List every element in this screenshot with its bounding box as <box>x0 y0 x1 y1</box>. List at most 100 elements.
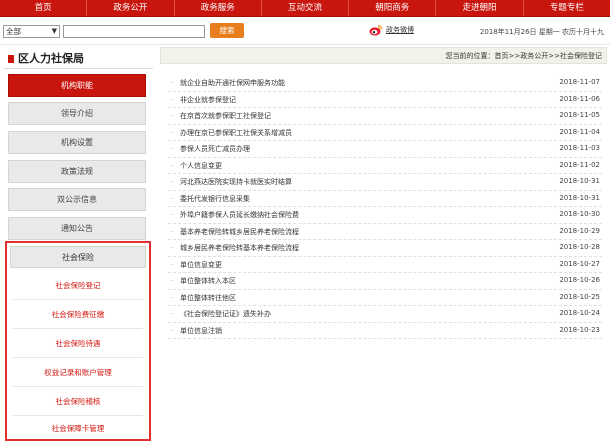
sidebar-item-notices[interactable]: 通知公告 <box>8 217 146 240</box>
bullet-icon: · <box>171 145 174 153</box>
list-item[interactable]: · 在京首次就参保职工社保登记 2018-11-05 <box>168 108 602 125</box>
list-item[interactable]: · 外埠户籍参保人员延长缴纳社会保险费 2018-10-30 <box>168 207 602 224</box>
news-title-link[interactable]: 办理在京已参保职工社保关系增减员 <box>180 128 292 138</box>
social-insurance-submenu: 社会保险 社会保险登记 社会保险费征缴 社会保险待遇 权益记录和账户管理 社会保… <box>5 241 151 441</box>
nav-item-gov-affairs[interactable]: 政务公开 <box>87 0 175 16</box>
weibo-icon <box>369 24 383 36</box>
top-nav: 首页 政务公开 政务服务 互动交流 朝阳商务 走进朝阳 专题专栏 <box>0 0 610 17</box>
news-title-link[interactable]: 个人信息变更 <box>180 161 222 171</box>
news-title-link[interactable]: 单位信息变更 <box>180 260 222 270</box>
sidebar-item-leaders[interactable]: 领导介绍 <box>8 102 146 125</box>
list-item[interactable]: · 单位整体转往他区 2018-10-25 <box>168 290 602 306</box>
submenu-item-collection[interactable]: 社会保险费征缴 <box>13 301 143 329</box>
submenu-item-records[interactable]: 权益记录和账户管理 <box>13 359 143 387</box>
bullet-icon: · <box>171 227 174 236</box>
news-title-link[interactable]: 委托代发银行信息采集 <box>180 194 250 204</box>
bullet-icon: · <box>171 310 174 318</box>
bullet-icon: · <box>171 178 174 186</box>
list-item[interactable]: · 基本养老保险转城乡居民养老保险流程 2018-10-29 <box>168 224 602 240</box>
news-date: 2018-11-06 <box>559 94 600 103</box>
news-title-link[interactable]: 城乡居民养老保险转基本养老保险流程 <box>180 243 299 253</box>
news-title-link[interactable]: 河北燕达医院实现持卡就医实时结算 <box>180 177 292 187</box>
bullet-icon: · <box>171 293 174 302</box>
search-scope-select[interactable]: 全部 ▼ <box>3 25 60 38</box>
news-date: 2018-10-31 <box>559 193 600 202</box>
news-date: 2018-10-30 <box>559 210 600 218</box>
news-title-link[interactable]: 就企业自助开通社保网申服务功能 <box>180 78 285 88</box>
bullet-icon: · <box>171 277 174 285</box>
news-date: 2018-11-05 <box>559 111 600 119</box>
list-item[interactable]: · 委托代发银行信息采集 2018-10-31 <box>168 191 602 207</box>
news-title-link[interactable]: 在京首次就参保职工社保登记 <box>180 111 271 121</box>
news-title-link[interactable]: 外埠户籍参保人员延长缴纳社会保险费 <box>180 210 299 220</box>
list-item[interactable]: · 参保人员死亡减员办理 2018-11-03 <box>168 141 602 158</box>
main-content: 您当前的位置：首页>>政务公开>>社会保险登记 · 就企业自助开通社保网申服务功能… <box>160 45 607 447</box>
news-title-link[interactable]: 《社会保险登记证》遗失补办 <box>180 309 271 319</box>
list-item[interactable]: · 河北燕达医院实现持卡就医实时结算 2018-10-31 <box>168 174 602 191</box>
weibo-label: 政务微博 <box>386 26 414 34</box>
news-date: 2018-10-31 <box>559 177 600 185</box>
news-date: 2018-10-26 <box>559 276 600 284</box>
bullet-icon: · <box>171 194 174 203</box>
bullet-icon: · <box>171 128 174 137</box>
list-item[interactable]: · 单位信息变更 2018-10-27 <box>168 257 602 273</box>
bullet-icon: · <box>171 326 174 335</box>
nav-item-home[interactable]: 首页 <box>0 0 88 16</box>
sidebar-item-functions[interactable]: 机构职能 <box>8 74 146 97</box>
news-title-link[interactable]: 单位整体转入本区 <box>180 276 236 286</box>
breadcrumb-bar: 您当前的位置：首页>>政务公开>>社会保险登记 <box>160 47 607 64</box>
sidebar-item-disclosure[interactable]: 双公示信息 <box>8 188 146 211</box>
breadcrumb: 您当前的位置：首页>>政务公开>>社会保险登记 <box>445 52 602 60</box>
news-list: · 就企业自助开通社保网申服务功能 2018-11-07 · 非企业就参保登记 2018-… <box>168 75 602 339</box>
sidebar: 区人力社保局 机构职能 领导介绍 机构设置 政策法规 双公示信息 通知公告 社会… <box>0 45 155 447</box>
weibo-link[interactable]: 政务微博 <box>369 23 414 37</box>
sidebar-item-policies[interactable]: 政策法规 <box>8 160 146 183</box>
search-input[interactable] <box>63 25 205 38</box>
news-date: 2018-11-02 <box>559 160 600 169</box>
nav-item-interaction[interactable]: 互动交流 <box>262 0 350 16</box>
news-date: 2018-10-25 <box>559 292 600 301</box>
news-date: 2018-11-07 <box>559 78 600 86</box>
bullet-icon: · <box>171 112 174 120</box>
select-value: 全部 <box>6 27 21 36</box>
news-title-link[interactable]: 单位整体转往他区 <box>180 293 236 303</box>
current-date: 2018年11月26日 星期一 农历十月十九 <box>479 28 604 36</box>
sidebar-item-social-insurance[interactable]: 社会保险 <box>10 246 146 268</box>
sidebar-title: 区人力社保局 <box>4 49 153 69</box>
news-title-link[interactable]: 基本养老保险转城乡居民养老保险流程 <box>180 227 299 237</box>
bullet-icon: · <box>171 244 174 252</box>
nav-item-about[interactable]: 走进朝阳 <box>436 0 524 16</box>
chevron-down-icon: ▼ <box>51 27 57 35</box>
nav-item-commerce[interactable]: 朝阳商务 <box>349 0 437 16</box>
news-title-link[interactable]: 单位信息注销 <box>180 326 222 336</box>
bullet-icon: · <box>171 260 174 269</box>
bullet-icon: · <box>171 161 174 170</box>
news-date: 2018-10-27 <box>559 259 600 268</box>
nav-item-topics[interactable]: 专题专栏 <box>524 0 610 16</box>
submenu-item-benefits[interactable]: 社会保险待遇 <box>13 330 143 358</box>
list-item[interactable]: · 城乡居民养老保险转基本养老保险流程 2018-10-28 <box>168 240 602 257</box>
list-item[interactable]: · 单位信息注销 2018-10-23 <box>168 323 602 339</box>
submenu-item-card[interactable]: 社会保障卡管理 <box>13 415 143 443</box>
list-item[interactable]: · 个人信息变更 2018-11-02 <box>168 158 602 174</box>
title-marker-icon <box>8 55 14 63</box>
news-date: 2018-11-03 <box>559 144 600 152</box>
list-item[interactable]: · 非企业就参保登记 2018-11-06 <box>168 92 602 108</box>
list-item[interactable]: · 就企业自助开通社保网申服务功能 2018-11-07 <box>168 75 602 92</box>
list-item[interactable]: · 办理在京已参保职工社保关系增减员 2018-11-04 <box>168 125 602 141</box>
submenu-item-audit[interactable]: 社会保险稽核 <box>13 388 143 416</box>
list-item[interactable]: · 《社会保险登记证》遗失补办 2018-10-24 <box>168 306 602 323</box>
news-date: 2018-10-24 <box>559 309 600 317</box>
sidebar-item-structure[interactable]: 机构设置 <box>8 131 146 154</box>
bullet-icon: · <box>171 95 174 104</box>
submenu-item-registration[interactable]: 社会保险登记 <box>13 272 143 300</box>
news-title-link[interactable]: 非企业就参保登记 <box>180 95 236 105</box>
sidebar-title-text: 区人力社保局 <box>18 52 84 65</box>
toolbar: 全部 ▼ 搜索 政务微博 2018年11月26日 星期一 农历十月十九 <box>0 17 610 45</box>
news-date: 2018-10-23 <box>559 325 600 334</box>
list-item[interactable]: · 单位整体转入本区 2018-10-26 <box>168 273 602 290</box>
bullet-icon: · <box>171 211 174 219</box>
news-title-link[interactable]: 参保人员死亡减员办理 <box>180 144 250 154</box>
search-button[interactable]: 搜索 <box>210 23 244 38</box>
nav-item-services[interactable]: 政务服务 <box>175 0 262 16</box>
